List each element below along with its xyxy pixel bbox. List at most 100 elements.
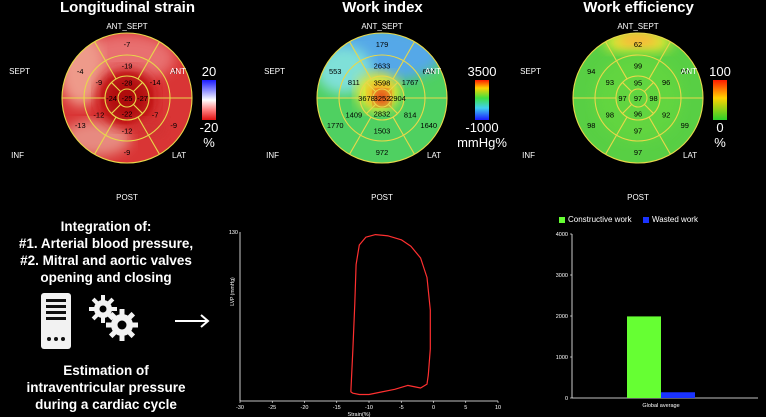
label-ant: ANT: [170, 67, 186, 76]
segment-value: 98: [587, 121, 595, 130]
label-inf: INF: [11, 151, 24, 160]
y-tick-label: 3000: [556, 273, 568, 279]
label-lat: LAT: [427, 151, 441, 160]
scale-max: 100: [709, 64, 731, 79]
y-axis-label: LVP (mmHg): [230, 277, 236, 306]
x-tick-label: -5: [399, 405, 404, 411]
color-scale-bar: [475, 80, 489, 120]
scale-unit: mmHg%: [457, 135, 507, 150]
panel-work-index: Work index 179 694 1640 972 1770 553 2633 1767 8…: [255, 0, 510, 210]
segment-value: 1503: [374, 127, 391, 136]
label-sept: SEPT: [9, 67, 30, 76]
y-tick-label: 1000: [556, 355, 568, 361]
integration-heading: Integration of:: [60, 219, 152, 234]
pressure-strain-loop-chart: -30 -25 -20 -15 -10 -5 0 5 10 130 Strain(%) LVP (mm…: [229, 230, 501, 417]
segment-value: 2633: [374, 62, 391, 71]
segment-value: -13: [75, 121, 86, 130]
label-sept: SEPT: [520, 67, 541, 76]
segment-value: -22: [122, 110, 133, 119]
segment-value: 97: [634, 148, 642, 157]
estimation-line-2: intraventricular pressure: [26, 380, 186, 395]
integration-line-2: #2. Mitral and aortic valves: [20, 253, 192, 268]
color-scale-bar: [202, 80, 216, 120]
apex-value: -25: [122, 94, 133, 103]
label-ant: ANT: [425, 67, 441, 76]
apex-value: 97: [634, 94, 642, 103]
segment-value: 99: [634, 62, 642, 71]
segment-value: 98: [606, 110, 614, 119]
legend-swatch-constructive: [559, 216, 565, 223]
segment-value: 553: [329, 67, 342, 76]
segment-value: 96: [634, 110, 642, 119]
x-category-label: Global average: [642, 403, 679, 408]
label-ant-sept: ANT_SEPT: [106, 22, 147, 31]
x-tick-label: -30: [236, 405, 244, 411]
segment-value: 811: [348, 78, 360, 87]
estimation-line-1: Estimation of: [63, 363, 149, 378]
segment-value: -12: [93, 110, 104, 119]
y-tick-label: 0: [565, 396, 568, 402]
x-tick-label: 0: [432, 405, 435, 411]
label-post: POST: [627, 193, 649, 202]
work-bar-chart: 0 1000 2000 3000 4000 Global average: [556, 232, 758, 408]
gears-icon: [89, 295, 138, 341]
segment-value: 814: [404, 110, 417, 119]
segment-value: 1770: [327, 121, 344, 130]
scale-max: 20: [202, 64, 216, 79]
label-sept: SEPT: [264, 67, 285, 76]
bullseye-strain: -7-6-9-9-13-4-19-14-7-12-12-9 -28-27-22-2…: [9, 22, 218, 202]
y-tick-label: 130: [229, 230, 238, 236]
segment-value: 93: [606, 78, 614, 87]
segment-value: 1767: [402, 78, 419, 87]
segment-value: 97: [634, 127, 642, 136]
legend-constructive: Constructive work: [559, 215, 632, 224]
y-tick-label: 4000: [556, 232, 568, 238]
bullseye-work-index: 1796941640972177055326331767814150314098…: [264, 22, 507, 202]
segment-value: -24: [106, 94, 117, 103]
estimation-text: Estimation of intraventricular pressure …: [0, 362, 212, 413]
segment-value: 99: [681, 121, 689, 130]
y-tick-label: 2000: [556, 314, 568, 320]
segment-value: -9: [96, 78, 103, 87]
segment-value: 1640: [420, 121, 437, 130]
bar-wasted-work: [661, 392, 695, 398]
label-lat: LAT: [683, 151, 697, 160]
label-ant-sept: ANT_SEPT: [617, 22, 658, 31]
segment-value: -19: [122, 62, 133, 71]
bar-constructive-work: [627, 316, 661, 398]
x-tick-label: -25: [268, 405, 276, 411]
segment-value: -9: [170, 121, 177, 130]
x-tick-label: -15: [333, 405, 341, 411]
x-tick-label: -10: [365, 405, 373, 411]
legend-label-wasted: Wasted work: [652, 215, 698, 224]
estimation-line-3: during a cardiac cycle: [35, 397, 177, 412]
scale-unit: %: [203, 135, 215, 150]
legend-label-constructive: Constructive work: [568, 215, 632, 224]
segment-value: 3598: [374, 79, 391, 88]
panel-work-efficiency: Work efficiency 62 90 99 97 98 94 99 96 92 97 98 93…: [511, 0, 766, 210]
segment-value: 2904: [389, 94, 406, 103]
segment-value: 179: [376, 40, 389, 49]
segment-value: 95: [634, 79, 642, 88]
segment-value: -7: [152, 110, 159, 119]
label-post: POST: [116, 193, 138, 202]
segment-value: 1409: [346, 110, 363, 119]
segment-value: -14: [150, 78, 161, 87]
color-scale-bar: [713, 80, 727, 120]
apex-value: 3252: [374, 94, 391, 103]
scale-min: -1000: [465, 120, 498, 135]
segment-value: -28: [122, 79, 133, 88]
legend-wasted: Wasted work: [643, 215, 698, 224]
label-post: POST: [371, 193, 393, 202]
segment-value: -7: [124, 40, 131, 49]
scale-unit: %: [714, 135, 726, 150]
integration-text: Integration of: #1. Arterial blood press…: [0, 218, 212, 286]
x-tick-label: 10: [495, 405, 501, 411]
arrow-right-icon: [175, 314, 210, 328]
x-tick-label: -20: [301, 405, 309, 411]
label-lat: LAT: [172, 151, 186, 160]
integration-line-1: #1. Arterial blood pressure,: [18, 236, 194, 251]
segment-value: 3678: [358, 94, 375, 103]
scale-min: 0: [716, 120, 723, 135]
x-axis-label: Strain(%): [348, 412, 371, 417]
